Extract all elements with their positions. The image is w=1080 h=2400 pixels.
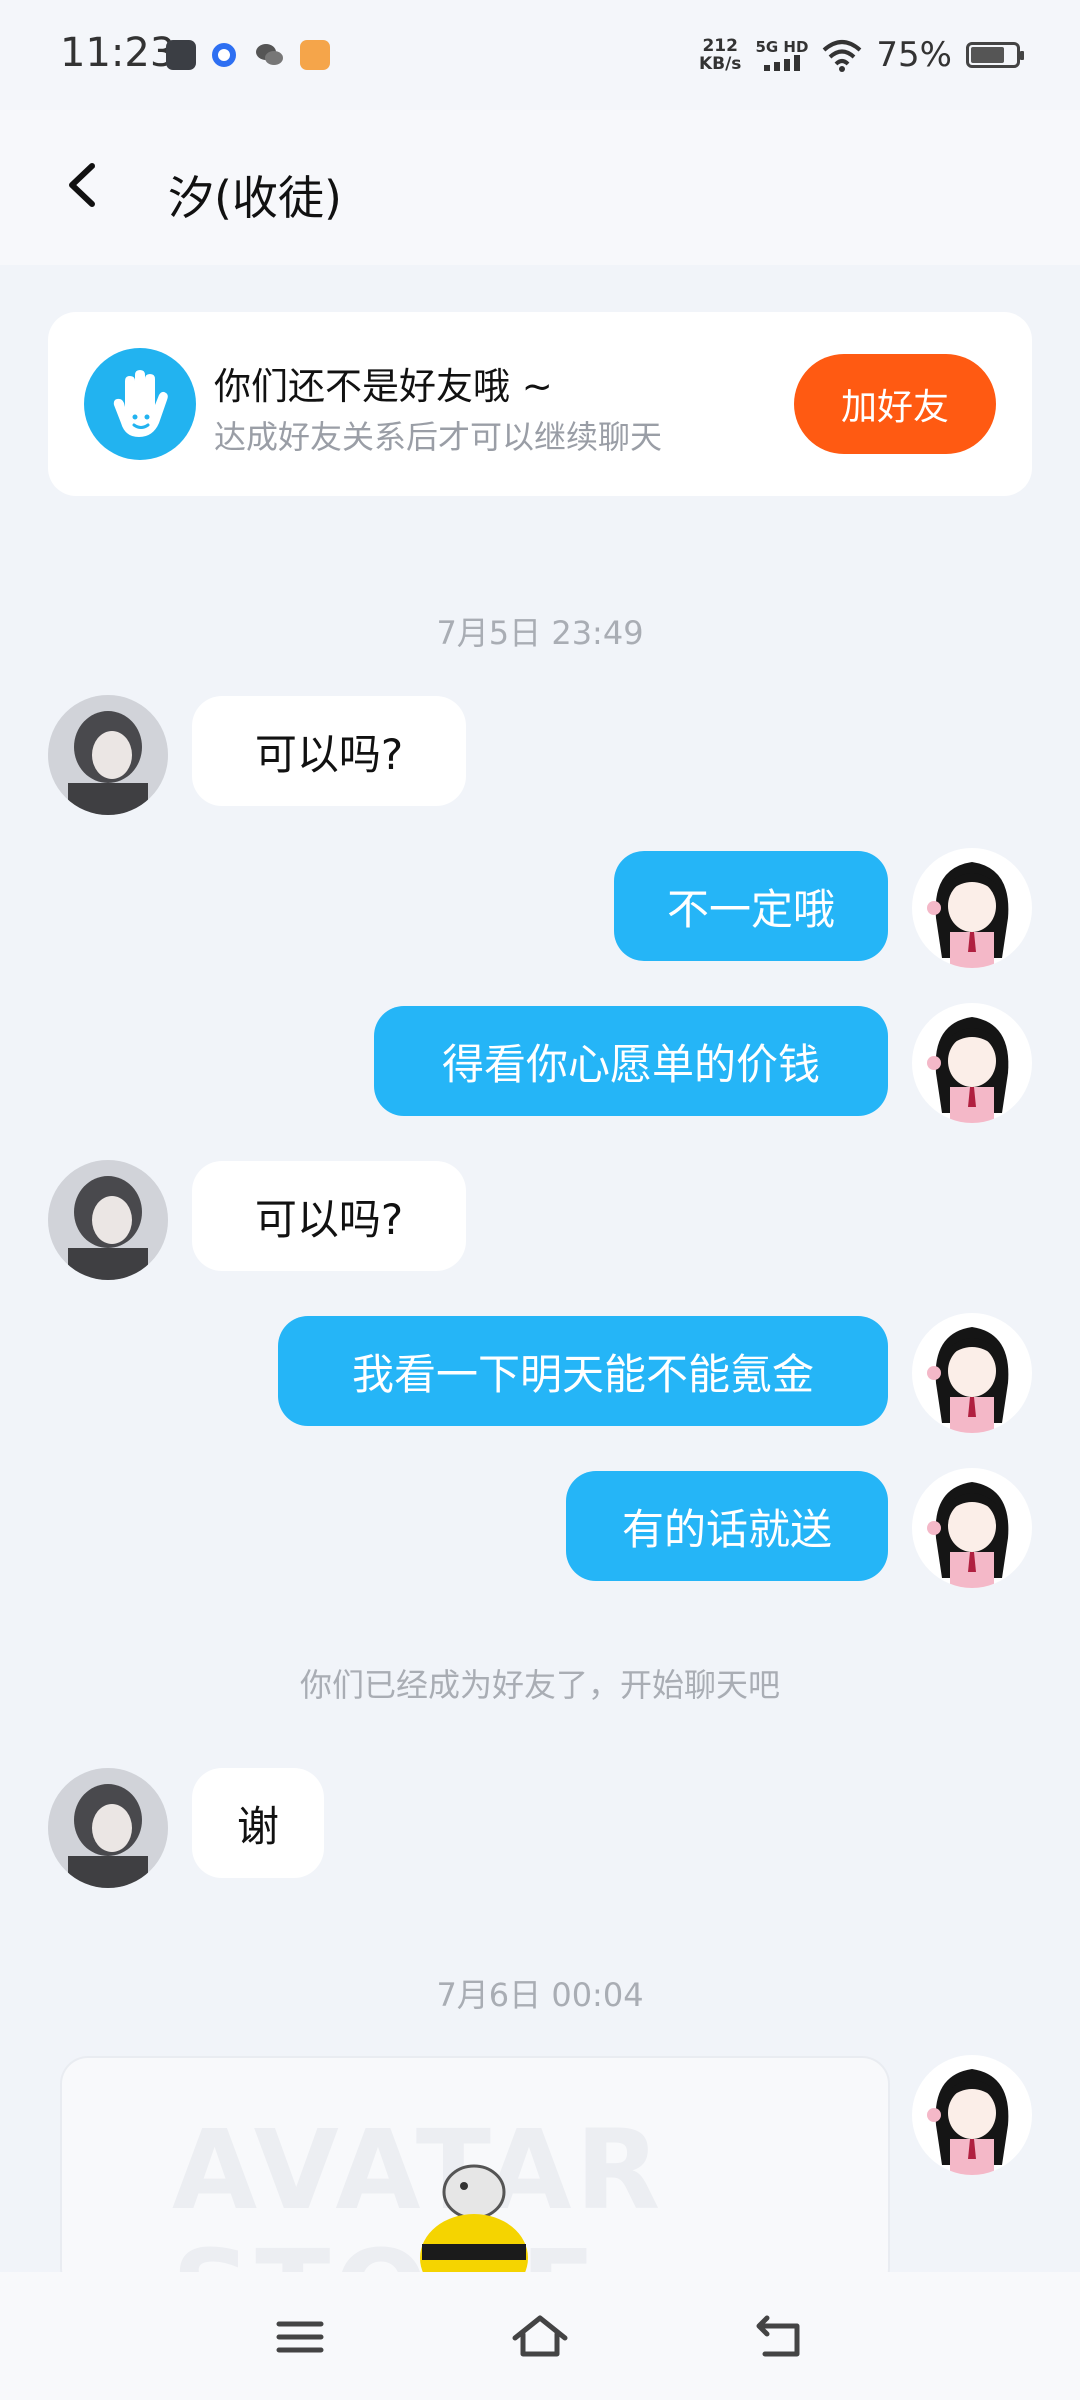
banner-subtitle: 达成好友关系后才可以继续聊天 [214, 418, 663, 456]
message-bubble-incoming[interactable]: 可以吗? [192, 696, 466, 806]
signal-icon: 5G HD [755, 39, 808, 71]
battery-icon [966, 42, 1024, 68]
sticker-message[interactable]: AVATAR STORE [60, 2056, 890, 2296]
mail-app-icon [166, 40, 196, 70]
contact-avatar[interactable] [48, 1768, 168, 1888]
my-avatar[interactable] [912, 1313, 1032, 1433]
timestamp: 7月6日 00:04 [436, 1976, 644, 2014]
wifi-icon [823, 40, 862, 72]
chevron-left-icon [69, 163, 95, 207]
my-avatar[interactable] [912, 1468, 1032, 1588]
system-nav-bar [0, 2272, 1080, 2400]
browser-app-icon [212, 43, 236, 67]
net-speed: 212 KB/s [698, 36, 742, 74]
system-message: 你们已经成为好友了，开始聊天吧 [299, 1666, 780, 1704]
back-button[interactable] [50, 150, 120, 220]
menu-icon [276, 2321, 324, 2353]
my-avatar[interactable] [912, 2055, 1032, 2175]
timestamp: 7月5日 23:49 [436, 614, 644, 652]
battery-level [971, 47, 1004, 63]
chat-header: 汐(收徒) [0, 110, 1080, 265]
wave-hand-icon [84, 348, 196, 460]
message-bubble-incoming[interactable]: 可以吗? [192, 1161, 466, 1271]
message-bubble-incoming[interactable]: 谢 [192, 1768, 324, 1878]
message-bubble-outgoing[interactable]: 不一定哦 [614, 851, 888, 961]
contact-avatar[interactable] [48, 695, 168, 815]
status-time: 11:23 [60, 30, 176, 76]
contact-avatar[interactable] [48, 1160, 168, 1280]
add-friend-button[interactable]: 加好友 [794, 354, 996, 454]
banner-title: 你们还不是好友哦 ~ [214, 365, 553, 408]
status-right: 212 KB/s 5G HD 75% [698, 32, 1024, 78]
recents-button[interactable] [265, 2302, 335, 2372]
battery-percent: 75% [876, 35, 952, 75]
message-bubble-outgoing[interactable]: 我看一下明天能不能氪金 [278, 1316, 888, 1426]
back-nav-button[interactable] [745, 2302, 815, 2372]
friend-request-banner: 你们还不是好友哦 ~ 达成好友关系后才可以继续聊天 加好友 [48, 312, 1032, 496]
home-icon [512, 2315, 568, 2357]
status-bar: 11:23 212 KB/s 5G HD 75% [0, 0, 1080, 110]
message-bubble-outgoing[interactable]: 有的话就送 [566, 1471, 888, 1581]
my-avatar[interactable] [912, 1003, 1032, 1123]
page-title: 汐(收徒) [168, 171, 342, 225]
message-bubble-outgoing[interactable]: 得看你心愿单的价钱 [374, 1006, 888, 1116]
wechat-icon [254, 40, 284, 70]
video-app-icon [300, 40, 330, 70]
my-avatar[interactable] [912, 848, 1032, 968]
home-button[interactable] [505, 2302, 575, 2372]
back-arrow-icon [756, 2315, 800, 2357]
